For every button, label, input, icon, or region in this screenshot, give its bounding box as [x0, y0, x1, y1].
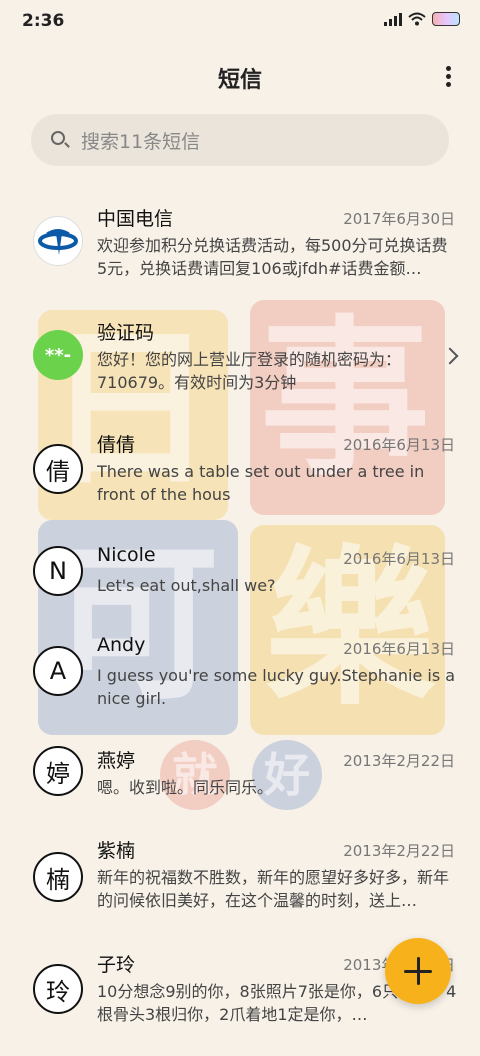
wifi-icon [408, 12, 426, 26]
avatar: 倩 [33, 444, 83, 494]
contact-name: 子玲 [97, 954, 136, 976]
more-vertical-icon[interactable] [444, 66, 452, 88]
contact-name: Andy [97, 634, 146, 656]
status-bar: 2:36 [0, 0, 480, 44]
search-icon [51, 131, 65, 145]
new-message-button[interactable] [385, 938, 451, 1004]
avatar: **- [33, 330, 83, 380]
avatar: 楠 [33, 852, 83, 902]
chevron-right-icon[interactable] [441, 347, 459, 365]
avatar: 婷 [33, 746, 83, 796]
avatar: A [33, 646, 83, 696]
message-preview: I guess you're some lucky guy.Stephanie … [97, 666, 456, 708]
contact-name: 紫楠 [97, 840, 136, 862]
telecom-logo-icon [33, 216, 83, 266]
message-date: 2016年6月13日 [343, 436, 455, 454]
conversation-row[interactable]: 中国电信 2017年6月30日 欢迎参加积分兑换话费活动，每500分可兑换话费5… [0, 190, 480, 300]
conversation-row[interactable]: 婷 燕婷 2013年2月22日 嗯。收到啦。同乐同乐。 [0, 736, 480, 846]
search-bar[interactable]: 搜索11条短信 [31, 114, 449, 166]
status-icons [384, 12, 460, 26]
message-preview: Let's eat out,shall we? [97, 576, 276, 595]
search-placeholder: 搜索11条短信 [81, 131, 201, 153]
conversation-row[interactable]: **- 验证码 您好！您的网上营业厅登录的随机密码为：710679。有效时间为3… [0, 304, 480, 414]
message-date: 2016年6月13日 [343, 550, 455, 568]
page-title: 短信 [217, 68, 262, 93]
avatar: 玲 [33, 964, 83, 1014]
battery-icon [432, 12, 460, 26]
message-date: 2017年6月30日 [343, 210, 455, 228]
contact-name: 中国电信 [97, 208, 174, 230]
contact-name: 燕婷 [97, 750, 136, 772]
signal-icon [384, 12, 402, 26]
message-preview: 新年的祝福数不胜数，新年的愿望好多好多，新年的问候依旧美好，在这个温馨的时刻，送… [97, 868, 450, 910]
contact-name: 验证码 [97, 322, 155, 344]
conversation-row[interactable]: 倩 倩倩 2016年6月13日 There was a table set ou… [0, 418, 480, 528]
conversation-row[interactable]: A Andy 2016年6月13日 I guess you're some lu… [0, 622, 480, 732]
contact-name: 倩倩 [97, 434, 136, 456]
message-date: 2016年6月13日 [343, 640, 455, 658]
message-date: 2013年2月22日 [343, 842, 455, 860]
message-date: 2013年2月22日 [343, 752, 455, 770]
message-preview: 嗯。收到啦。同乐同乐。 [97, 778, 274, 797]
avatar: N [33, 546, 83, 596]
message-preview: 您好！您的网上营业厅登录的随机密码为：710679。有效时间为3分钟 [97, 350, 402, 392]
conversation-row[interactable]: 楠 紫楠 2013年2月22日 新年的祝福数不胜数，新年的愿望好多好多，新年的问… [0, 832, 480, 942]
status-time: 2:36 [22, 11, 65, 31]
message-preview: There was a table set out under a tree i… [97, 462, 425, 504]
message-preview: 欢迎参加积分兑换话费活动，每500分可兑换话费5元，兑换话费请回复106或jfd… [97, 236, 448, 278]
contact-name: Nicole [97, 544, 156, 566]
